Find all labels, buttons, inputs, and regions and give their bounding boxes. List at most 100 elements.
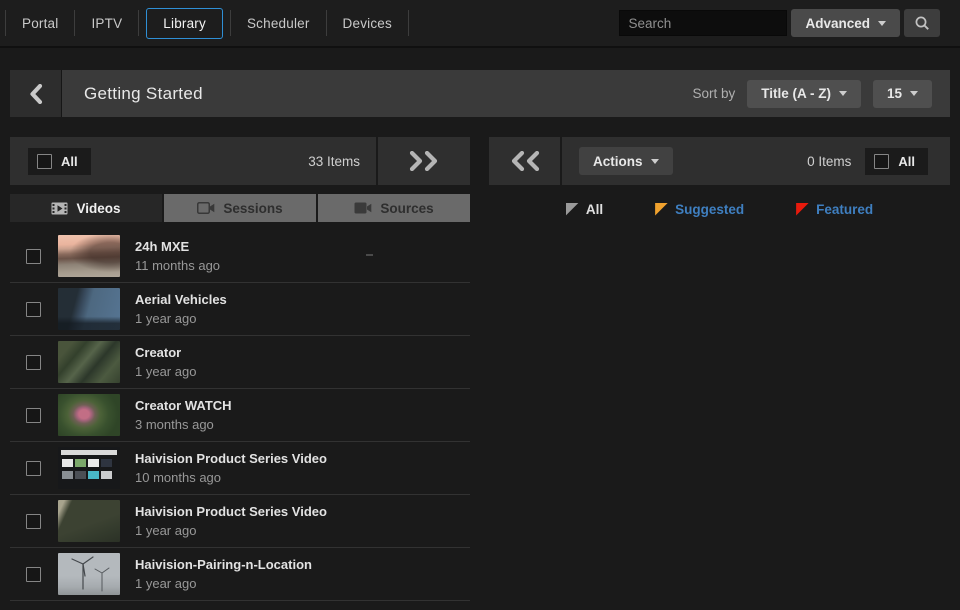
select-all-checkbox[interactable] (874, 154, 889, 169)
page-title: Getting Started (84, 84, 203, 104)
nav-tabs: Portal IPTV Library Scheduler Devices (0, 0, 410, 46)
nav-divider (326, 10, 327, 36)
filter-suggested[interactable]: Suggested (655, 202, 744, 217)
film-play-icon (51, 202, 68, 215)
item-title: Aerial Vehicles (135, 292, 227, 307)
item-time: 1 year ago (135, 311, 227, 326)
filter-all[interactable]: All (566, 202, 603, 217)
selection-panel: Actions 0 Items All All Suggested Featur… (489, 137, 950, 610)
nav-divider (138, 10, 139, 36)
nav-search-area: Advanced (619, 9, 960, 37)
search-input[interactable] (619, 10, 787, 36)
media-type-tabs: Videos Sessions Sources (10, 194, 470, 222)
list-item[interactable]: 24h MXE 11 months ago (10, 230, 470, 283)
tab-videos[interactable]: Videos (10, 194, 162, 222)
select-all-checkbox[interactable] (37, 154, 52, 169)
advanced-search-button[interactable]: Advanced (791, 9, 900, 37)
sort-value: Title (A - Z) (761, 86, 831, 101)
nav-divider (5, 10, 6, 36)
item-checkbox[interactable] (26, 355, 41, 370)
actions-dropdown[interactable]: Actions (579, 147, 673, 175)
list-item[interactable]: Creator 1 year ago (10, 336, 470, 389)
item-title: Haivision-Pairing-n-Location (135, 557, 312, 572)
item-meta: Creator WATCH 3 months ago (135, 398, 232, 432)
item-checkbox[interactable] (26, 408, 41, 423)
list-item[interactable]: Creator WATCH 3 months ago (10, 389, 470, 442)
nav-tab-devices[interactable]: Devices (328, 8, 407, 39)
expand-panel-button[interactable] (378, 137, 470, 185)
item-checkbox[interactable] (26, 567, 41, 582)
video-list: 24h MXE 11 months ago Aerial Vehicles 1 … (10, 230, 470, 601)
tab-sources[interactable]: Sources (318, 194, 470, 222)
item-time: 1 year ago (135, 523, 327, 538)
page-size-value: 15 (887, 86, 902, 101)
app-window: Portal IPTV Library Scheduler Devices Ad… (0, 0, 960, 610)
list-item[interactable]: Aerial Vehicles 1 year ago (10, 283, 470, 336)
item-checkbox[interactable] (26, 461, 41, 476)
chevron-down-icon (910, 91, 918, 96)
item-title: Haivision Product Series Video (135, 451, 327, 466)
video-thumbnail[interactable] (58, 447, 120, 489)
chevron-down-icon (839, 91, 847, 96)
right-toolbar: Actions 0 Items All (489, 137, 950, 185)
item-title: Creator WATCH (135, 398, 232, 413)
search-button[interactable] (904, 9, 940, 37)
list-item[interactable]: Haivision Product Series Video 10 months… (10, 442, 470, 495)
advanced-search-label: Advanced (805, 16, 870, 31)
nav-tab-scheduler[interactable]: Scheduler (232, 8, 325, 39)
cursor-artifact (366, 254, 373, 256)
item-title: Creator (135, 345, 196, 360)
double-chevron-right-icon (408, 151, 440, 171)
nav-divider (230, 10, 231, 36)
selected-items-count: 0 Items (807, 154, 851, 169)
video-thumbnail[interactable] (58, 235, 120, 277)
video-thumbnail[interactable] (58, 553, 120, 595)
filter-all-label: All (586, 202, 603, 217)
item-meta: Creator 1 year ago (135, 345, 196, 379)
page-header: Getting Started Sort by Title (A - Z) 15 (10, 70, 950, 117)
items-count: 33 Items (308, 154, 360, 169)
list-item[interactable]: Haivision Product Series Video 1 year ag… (10, 495, 470, 548)
corner-flag-icon (566, 203, 579, 216)
item-checkbox[interactable] (26, 302, 41, 317)
filter-suggested-label: Suggested (675, 202, 744, 217)
top-nav: Portal IPTV Library Scheduler Devices Ad… (0, 0, 960, 48)
item-title: 24h MXE (135, 239, 220, 254)
item-time: 11 months ago (135, 258, 220, 273)
sort-dropdown[interactable]: Title (A - Z) (747, 80, 861, 108)
filter-featured[interactable]: Featured (796, 202, 873, 217)
left-toolbar: All 33 Items (10, 137, 470, 185)
flag-filters: All Suggested Featured (489, 196, 950, 222)
item-checkbox[interactable] (26, 514, 41, 529)
item-time: 1 year ago (135, 576, 312, 591)
suggested-flag-icon (655, 203, 668, 216)
page-size-dropdown[interactable]: 15 (873, 80, 932, 108)
tab-sources-label: Sources (380, 201, 433, 216)
nav-tab-library[interactable]: Library (146, 8, 223, 39)
item-meta: Haivision Product Series Video 10 months… (135, 451, 327, 485)
nav-divider (408, 10, 409, 36)
item-meta: 24h MXE 11 months ago (135, 239, 220, 273)
tab-sessions[interactable]: Sessions (164, 194, 316, 222)
video-thumbnail[interactable] (58, 341, 120, 383)
sort-by-label: Sort by (692, 86, 735, 101)
collapse-panel-button[interactable] (489, 137, 560, 185)
tab-sessions-label: Sessions (223, 201, 282, 216)
nav-tab-iptv[interactable]: IPTV (76, 8, 137, 39)
nav-tab-portal[interactable]: Portal (7, 8, 73, 39)
video-thumbnail[interactable] (58, 500, 120, 542)
select-all-right[interactable]: All (865, 148, 928, 175)
toolbar-divider (560, 137, 562, 185)
list-item[interactable]: Haivision-Pairing-n-Location 1 year ago (10, 548, 470, 601)
back-button[interactable] (10, 70, 62, 117)
select-all-left[interactable]: All (28, 148, 91, 175)
item-checkbox[interactable] (26, 249, 41, 264)
select-all-label: All (898, 154, 915, 169)
video-thumbnail[interactable] (58, 288, 120, 330)
video-camera-icon (354, 202, 372, 214)
video-camera-outline-icon (197, 202, 215, 214)
chevron-left-icon (29, 84, 43, 104)
item-time: 3 months ago (135, 417, 232, 432)
chevron-down-icon (878, 21, 886, 26)
video-thumbnail[interactable] (58, 394, 120, 436)
